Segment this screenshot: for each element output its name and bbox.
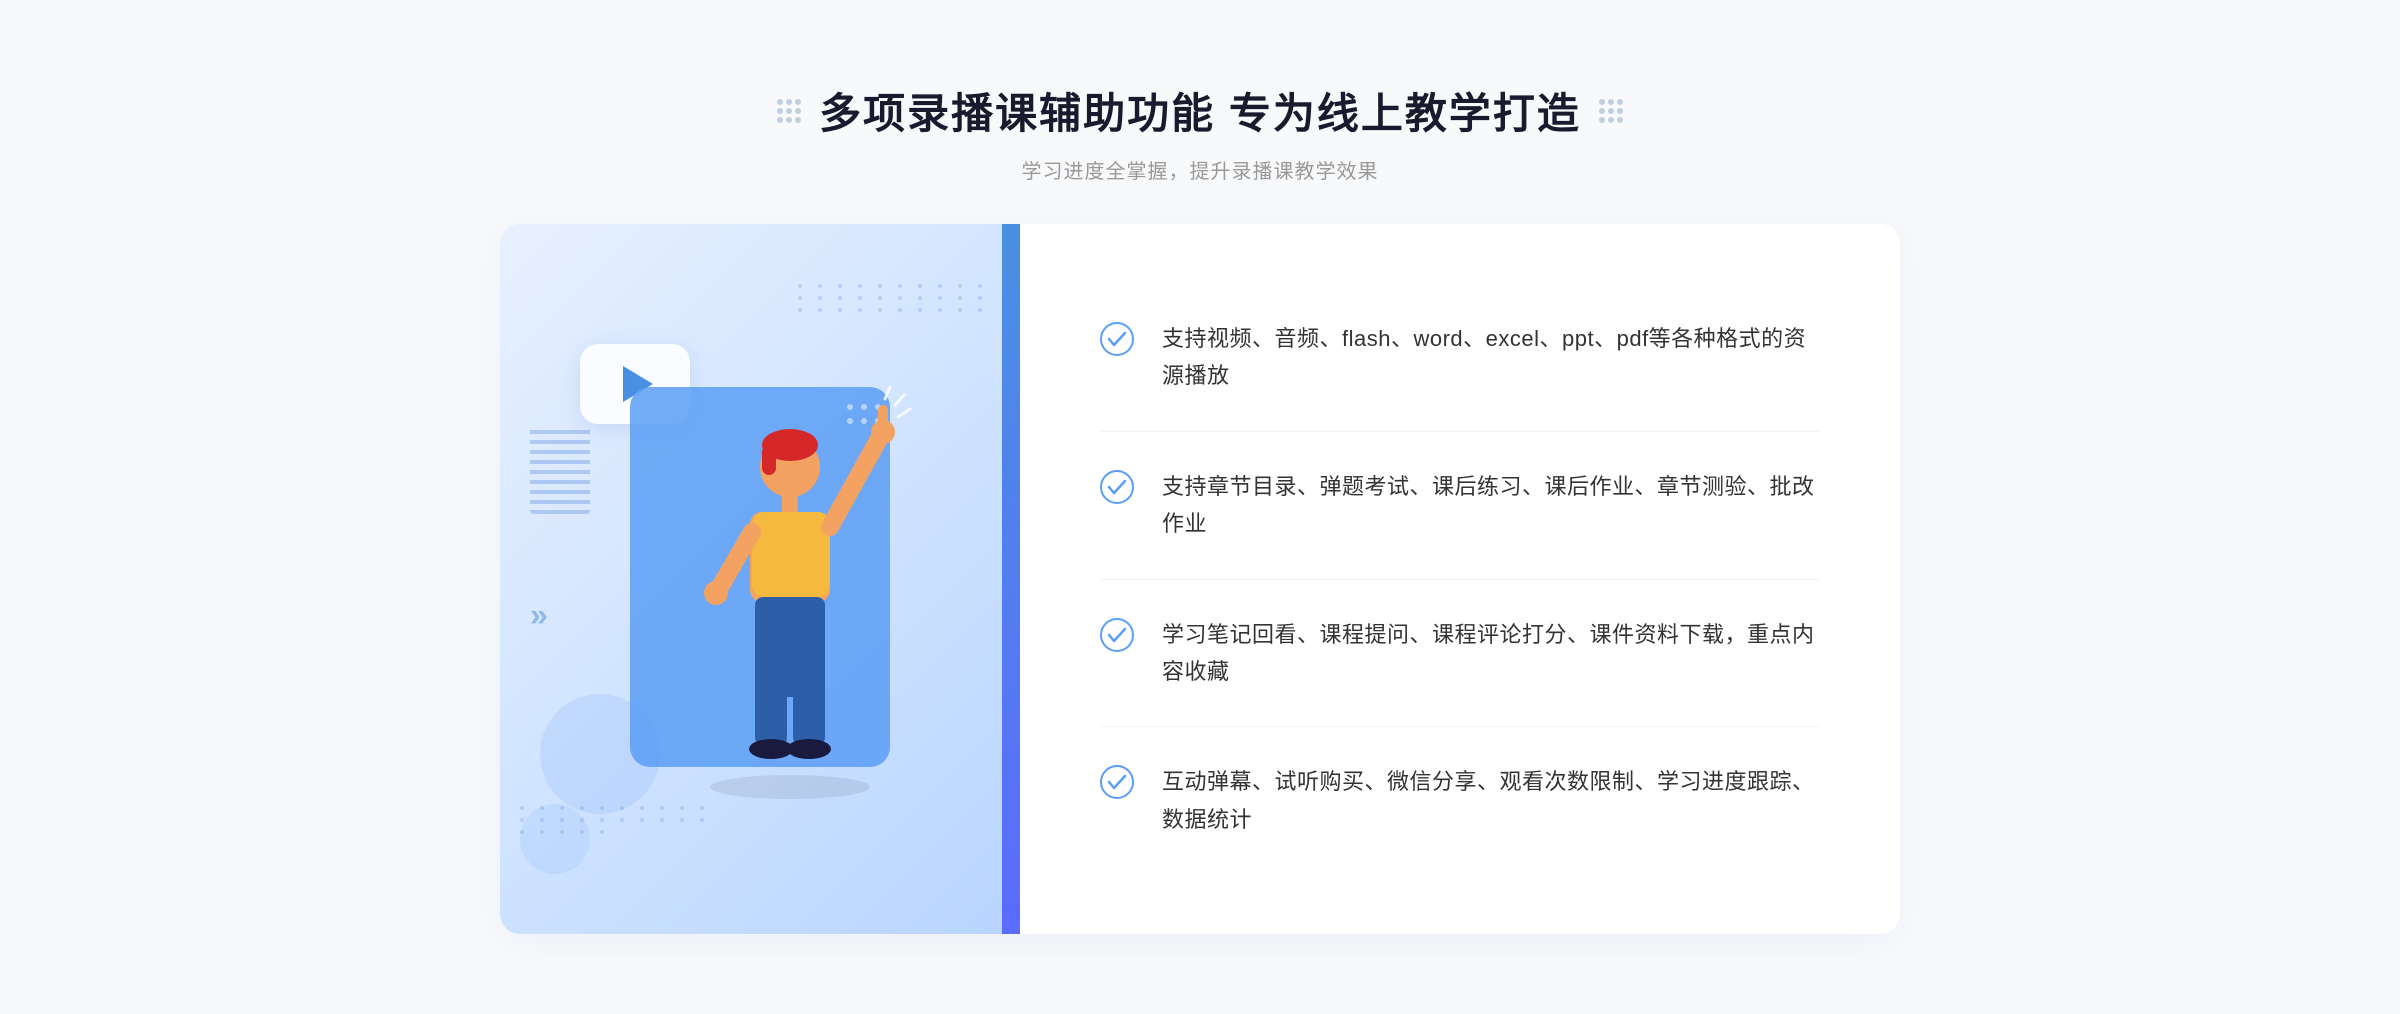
feature-text-2: 支持章节目录、弹题考试、课后练习、课后作业、章节测验、批改作业 xyxy=(1162,468,1820,543)
dot-pattern-top xyxy=(798,284,990,312)
page-subtitle: 学习进度全掌握，提升录播课教学效果 xyxy=(200,155,2200,184)
illustration-panel: » xyxy=(500,224,1020,934)
decorative-stripes xyxy=(530,424,590,514)
feature-item-2: 支持章节目录、弹题考试、课后练习、课后作业、章节测验、批改作业 xyxy=(1100,432,1820,580)
features-panel: 支持视频、音频、flash、word、excel、ppt、pdf等各种格式的资源… xyxy=(1020,224,1900,934)
blue-vertical-bar xyxy=(1002,224,1020,934)
person-illustration xyxy=(590,357,930,862)
page-header: 多项录播课辅助功能 专为线上教学打造 学习进度全掌握，提升录播课教学效果 xyxy=(200,80,2200,184)
feature-item-4: 互动弹幕、试听购买、微信分享、观看次数限制、学习进度跟踪、数据统计 xyxy=(1100,727,1820,874)
check-circle-icon-1 xyxy=(1100,322,1134,356)
feature-item-1: 支持视频、音频、flash、word、excel、ppt、pdf等各种格式的资源… xyxy=(1100,284,1820,432)
decorative-dots-left xyxy=(777,99,801,123)
check-circle-icon-2 xyxy=(1100,470,1134,504)
decorative-circle-small xyxy=(520,804,590,874)
page-title: 多项录播课辅助功能 专为线上教学打造 xyxy=(819,80,1581,141)
title-row: 多项录播课辅助功能 专为线上教学打造 xyxy=(200,80,2200,141)
chevron-icon: » xyxy=(530,596,548,633)
decorative-dots-right xyxy=(1599,99,1623,123)
feature-text-1: 支持视频、音频、flash、word、excel、ppt、pdf等各种格式的资源… xyxy=(1162,320,1820,395)
main-card: » xyxy=(500,224,1900,934)
feature-text-4: 互动弹幕、试听购买、微信分享、观看次数限制、学习进度跟踪、数据统计 xyxy=(1162,763,1820,838)
check-circle-icon-4 xyxy=(1100,765,1134,799)
person-svg xyxy=(590,357,930,857)
feature-item-3: 学习笔记回看、课程提问、课程评论打分、课件资料下载，重点内容收藏 xyxy=(1100,580,1820,728)
feature-text-3: 学习笔记回看、课程提问、课程评论打分、课件资料下载，重点内容收藏 xyxy=(1162,616,1820,691)
page-container: 多项录播课辅助功能 专为线上教学打造 学习进度全掌握，提升录播课教学效果 xyxy=(0,40,2400,974)
check-circle-icon-3 xyxy=(1100,618,1134,652)
